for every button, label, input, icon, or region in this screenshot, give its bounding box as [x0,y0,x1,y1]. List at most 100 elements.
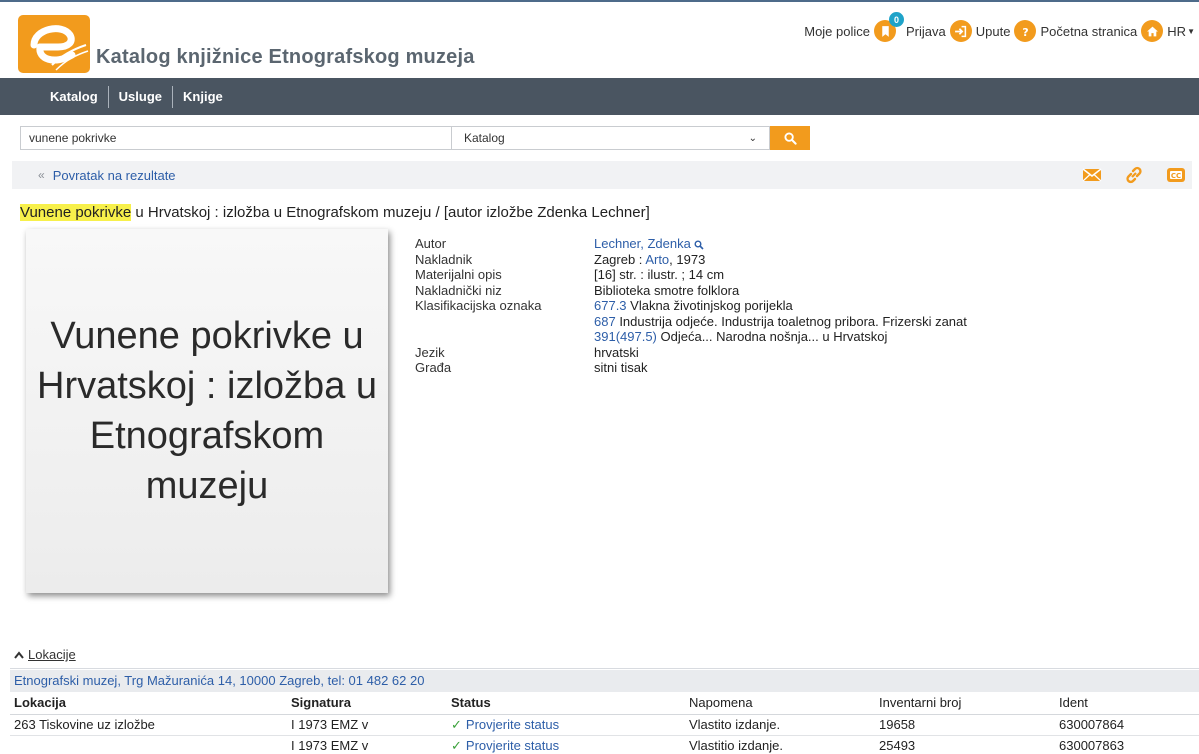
search-scope-select[interactable]: Katalog ⌄ [452,126,770,150]
cell-location [10,735,287,754]
nav-item-katalog[interactable]: Katalog [40,85,109,108]
help-label: Upute [975,23,1011,39]
material-value: sitni tisak [594,360,648,375]
chevron-up-icon [14,650,24,659]
divider [10,668,1199,669]
column-header: Inventarni broj [875,692,1055,715]
detail-label: Autor [415,236,447,251]
site-title[interactable]: Katalog knjižnice Etnografskog muzeja [96,46,475,69]
home-icon [1141,20,1164,42]
cell-signature: I 1973 EMZ v [287,714,447,736]
classification-text: Odjeća... Narodna nošnja... u Hrvatskoj [656,329,888,344]
status-link[interactable]: Provjerite status [466,717,559,732]
column-header: Lokacija [10,692,287,715]
search-icon [783,131,797,145]
home-link[interactable]: Početna stranica [1040,20,1164,42]
main-navbar: Katalog Usluge Knjige [0,78,1199,115]
cell-status[interactable]: ✓ Provjerite status [447,714,685,736]
logo-e-icon [30,25,89,71]
language-dropdown[interactable]: HR ▼ [1167,24,1195,39]
search-scope-value: Katalog [464,131,505,145]
login-link[interactable]: Prijava [906,20,972,42]
column-header: Status [447,692,685,715]
detail-row-series: Nakladnički niz Biblioteka smotre folklo… [415,283,967,299]
top-links: Moje police 0 Prijava Upute ? Početna st… [804,12,1195,42]
cell-note: Vlastitio izdanje. [685,735,875,754]
cell-ident: 630007863 [1055,735,1199,754]
table-header-row: Lokacija Signatura Status Napomena Inven… [10,692,1199,715]
detail-row-classification: 391(497.5) Odjeća... Narodna nošnja... u… [415,329,967,345]
check-icon: ✓ [451,737,462,753]
double-left-arrow-icon: « [38,168,45,182]
cell-inventory: 25493 [875,735,1055,754]
publisher-place: Zagreb : [594,251,646,267]
caret-down-icon: ▼ [1187,26,1195,36]
cell-note: Vlastito izdanje. [685,714,875,736]
sign-in-icon [949,20,972,42]
locations-toggle[interactable]: Lokacije [14,647,76,662]
search-author-icon[interactable] [694,240,705,250]
detail-label: Materijalni opis [415,267,502,282]
chevron-down-icon: ⌄ [748,132,757,144]
cover-text: Vunene pokrivke u Hrvatskoj : izložba u … [37,315,378,507]
detail-row-publisher: Nakladnik Zagreb : Arto, 1973 [415,252,967,268]
publisher-link[interactable]: Arto [645,252,669,267]
book-cover: Vunene pokrivke u Hrvatskoj : izložba u … [26,229,388,593]
detail-row-language: Jezik hrvatski [415,345,967,361]
title-highlighted-term: Vunene pokrivke [20,204,132,221]
status-link[interactable]: Provjerite status [466,738,559,753]
home-label: Početna stranica [1040,23,1138,39]
title-rest: u Hrvatskoj : izložba u Etnografskom muz… [131,204,650,221]
column-header: Signatura [287,692,447,715]
bookmark-icon: 0 [874,12,904,42]
classification-link[interactable]: 677.3 [594,298,627,313]
help-link[interactable]: Upute ? [976,20,1037,42]
record-details: Autor Lechner, Zdenka Nakladnik Zagreb :… [415,236,967,376]
cell-inventory: 19658 [875,714,1055,736]
check-icon: ✓ [451,716,462,732]
record-actions: CC [1082,166,1186,184]
cell-ident: 630007864 [1055,714,1199,736]
closed-caption-icon[interactable]: CC [1166,166,1186,184]
svg-text:CC: CC [1171,172,1181,180]
classification-text: Vlakna životinjskog porijekla [626,298,793,313]
link-icon[interactable] [1124,166,1144,184]
record-title: Vunene pokrivke u Hrvatskoj : izložba u … [20,204,650,221]
author-link[interactable]: Lechner, Zdenka [594,236,691,251]
detail-label: Nakladnik [415,251,473,267]
top-border-line [0,0,1199,2]
table-row: I 1973 EMZ v ✓ Provjerite status Vlastiti… [10,735,1199,754]
detail-row-material: Građa sitni tisak [415,360,967,376]
email-icon[interactable] [1082,166,1102,184]
search-button[interactable] [770,126,810,150]
detail-label: Jezik [415,344,445,360]
cell-signature: I 1973 EMZ v [287,735,447,754]
classification-link[interactable]: 687 [594,314,616,329]
back-to-results-link[interactable]: Povratak na rezultate [53,168,176,183]
library-address[interactable]: Etnografski muzej, Trg Mažuranića 14, 10… [10,670,1199,692]
column-header: Napomena [685,692,875,715]
detail-row-classification: 687 Industrija odjeće. Industrija toalet… [415,314,967,330]
back-bar: « Povratak na rezultate CC [12,161,1192,189]
classification-text: Industrija odjeće. Industrija toaletnog … [615,313,967,329]
series-value: Biblioteka smotre folklora [594,282,740,298]
language-value: hrvatski [594,344,639,360]
detail-row-classification: Klasifikacijska oznaka 677.3 Vlakna živo… [415,298,967,314]
detail-label: Građa [415,360,452,375]
shelves-count-badge: 0 [889,12,904,27]
my-shelves-label: Moje police [804,23,870,39]
physical-description: [16] str. : ilustr. ; 14 cm [594,267,725,282]
cell-status[interactable]: ✓ Provjerite status [447,735,685,754]
search-bar: Katalog ⌄ [20,126,810,150]
site-logo[interactable] [18,15,90,73]
nav-item-knjige[interactable]: Knjige [173,86,233,108]
language-label: HR [1167,23,1187,39]
nav-item-usluge[interactable]: Usluge [109,85,174,108]
my-shelves-link[interactable]: Moje police 0 [804,12,904,42]
classification-link[interactable]: 391(497.5) [594,329,657,344]
question-icon: ? [1014,20,1037,42]
cell-location: 263 Tiskovine uz izložbe [10,714,287,736]
login-label: Prijava [906,23,946,39]
detail-row-physical: Materijalni opis [16] str. : ilustr. ; 1… [415,267,967,283]
search-input[interactable] [20,126,452,150]
